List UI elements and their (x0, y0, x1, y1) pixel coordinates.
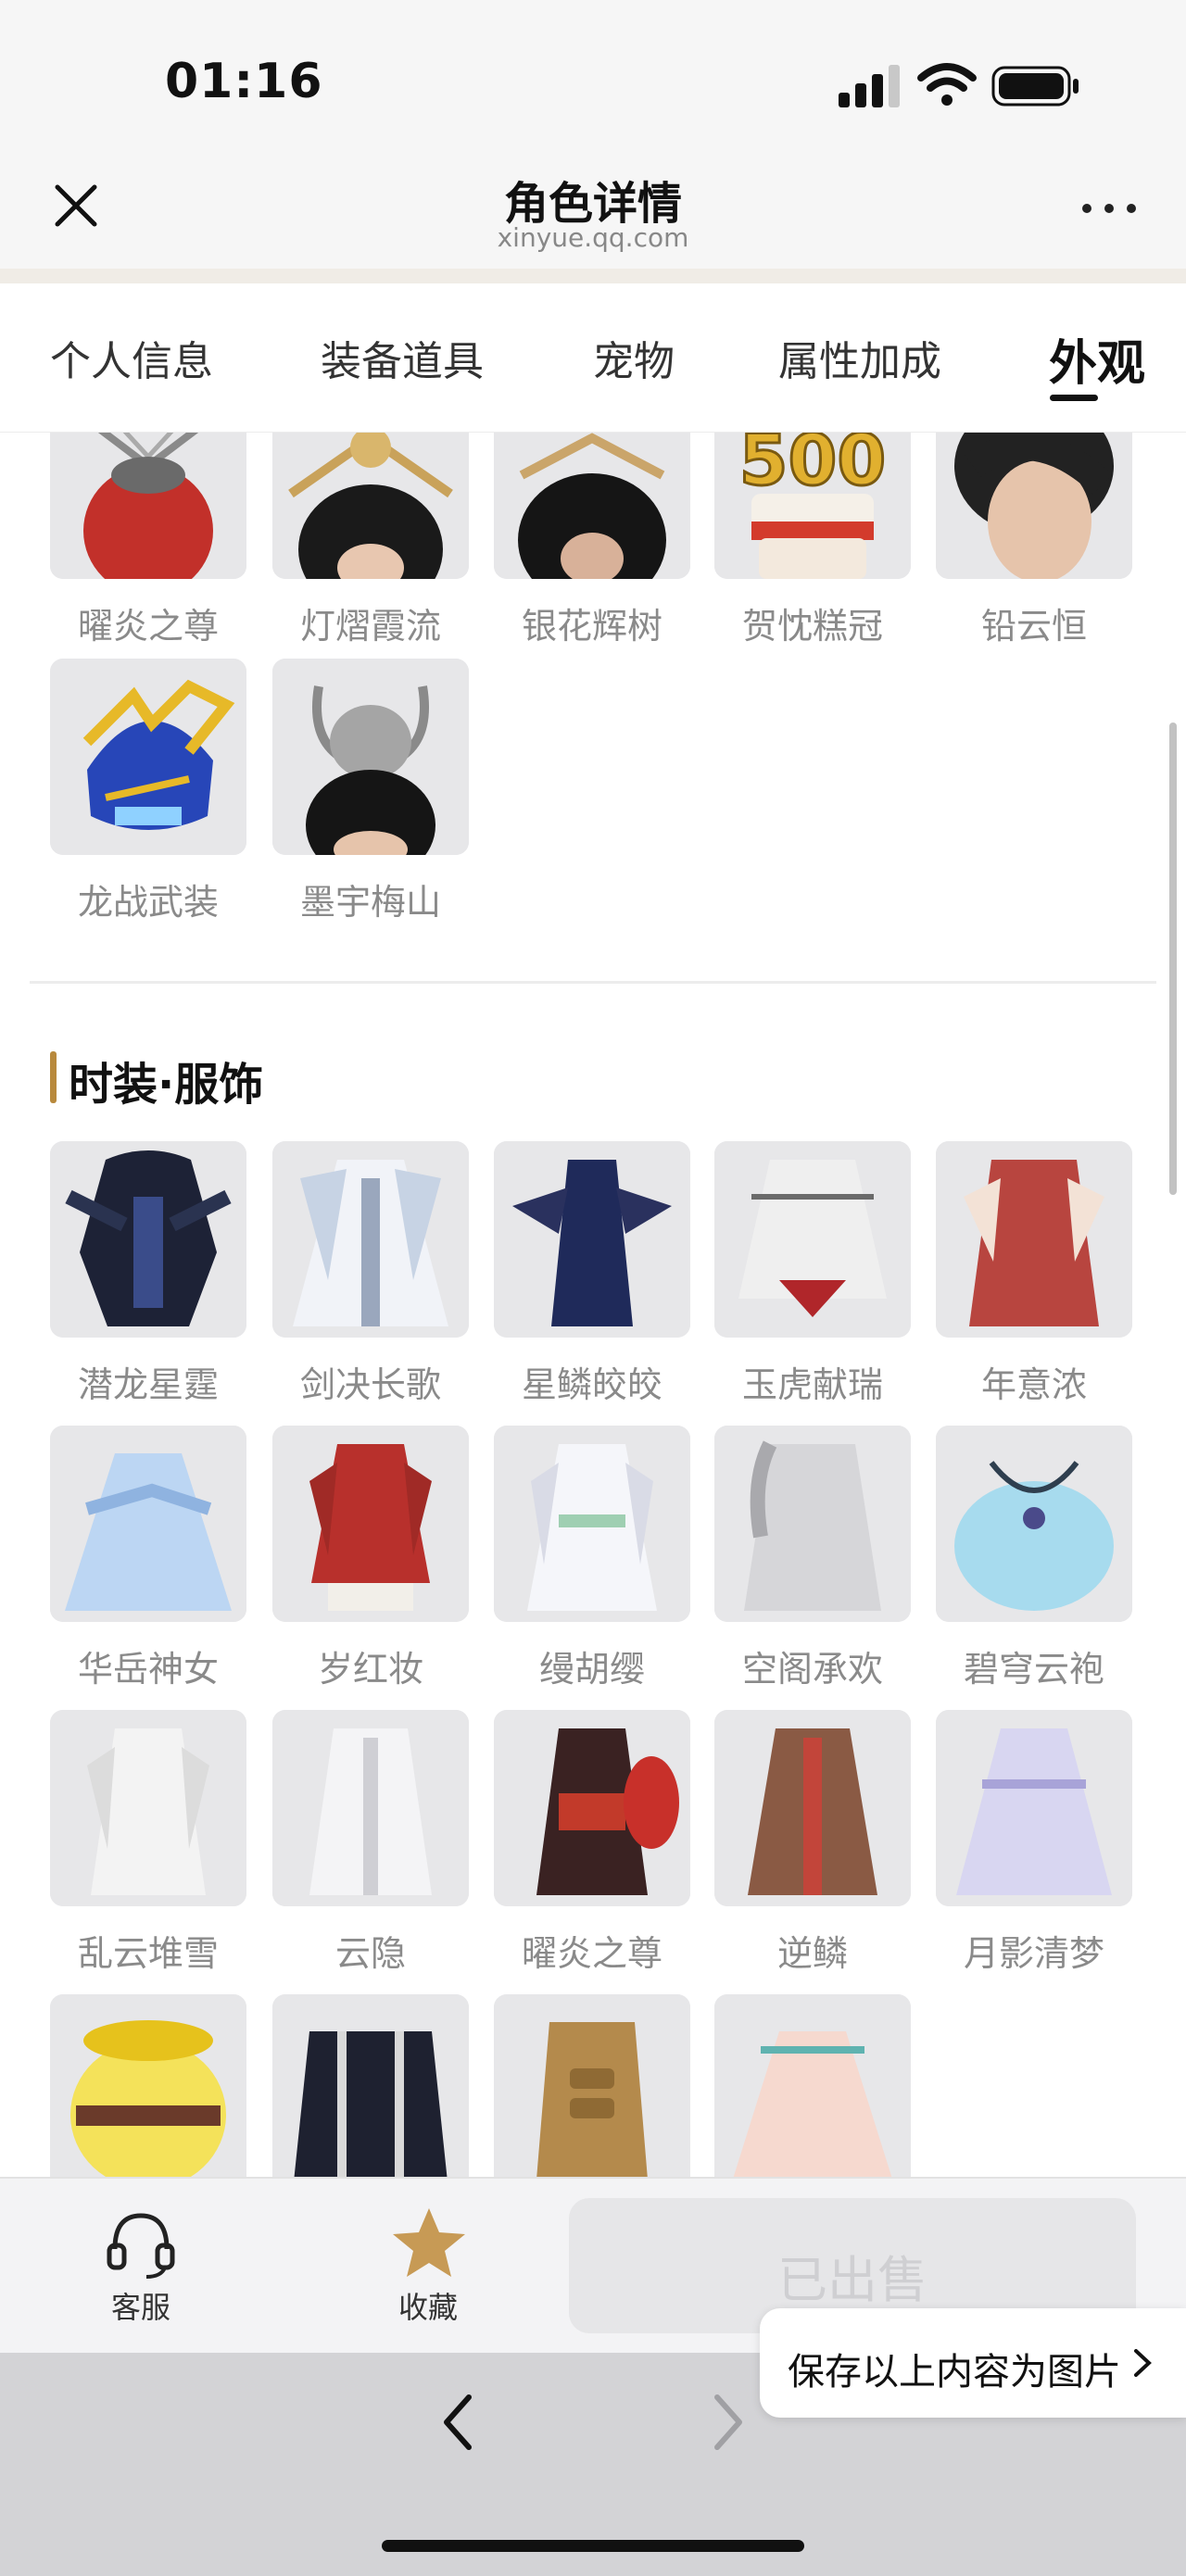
white-tiger-coat-icon (714, 1141, 911, 1338)
item-label: 空阁承欢 (741, 1649, 883, 1690)
gold-crown-icon (272, 433, 469, 579)
svg-text:500: 500 (739, 433, 887, 501)
section-accent-bar (50, 1051, 57, 1103)
item-label: 逆鳞 (776, 1933, 848, 1974)
dragon-helmet-icon (50, 659, 246, 855)
item-label: 灯熠霞流 (299, 606, 441, 647)
yellow-fur-outfit-icon (50, 1994, 246, 2177)
scrollbar[interactable] (1169, 723, 1177, 1195)
save-as-image-button[interactable]: 保存以上内容为图片 (760, 2308, 1186, 2418)
section-divider (30, 981, 1156, 984)
item-label: 剑决长歌 (299, 1364, 441, 1405)
pink-dress-icon (714, 1994, 911, 2177)
item-label: 曜炎之尊 (521, 1933, 662, 1974)
brown-robe-icon (714, 1710, 911, 1906)
white-green-robe-icon (494, 1426, 690, 1622)
item-label: 龙战武装 (77, 882, 219, 923)
active-tab-indicator (1050, 395, 1098, 401)
red-winter-dress-icon (272, 1426, 469, 1622)
item-label: 年意浓 (980, 1364, 1087, 1405)
short-hair-icon (936, 433, 1132, 579)
battery-icon (991, 66, 1079, 107)
white-coat-icon (272, 1710, 469, 1906)
save-as-image-label: 保存以上内容为图片 (788, 2351, 1121, 2394)
white-robe-icon (272, 1141, 469, 1338)
item-label: 华岳神女 (77, 1649, 219, 1690)
headset-icon[interactable] (102, 2205, 180, 2282)
red-helmet-icon (50, 433, 246, 579)
chevron-right-icon (1134, 2349, 1152, 2377)
lavender-dress-icon (936, 1710, 1132, 1906)
item-label: 云隐 (334, 1933, 406, 1974)
item-label: 岁红妆 (317, 1649, 423, 1690)
signal-icon (839, 65, 900, 107)
item-label: 墨宇梅山 (299, 882, 441, 923)
tab-attributes[interactable]: 属性加成 (778, 328, 941, 387)
sold-button-label: 已出售 (777, 2251, 927, 2309)
cake-hat-500-icon: 500 (714, 433, 911, 579)
red-new-year-robe-icon (936, 1141, 1132, 1338)
wifi-icon (917, 63, 977, 106)
back-arrow-icon[interactable] (435, 2390, 482, 2455)
more-options-button[interactable] (1077, 185, 1142, 232)
tab-personal-info[interactable]: 个人信息 (50, 328, 213, 387)
hairpin-crown-icon (494, 433, 690, 579)
silver-horn-crown-icon (272, 659, 469, 855)
tab-equipment[interactable]: 装备道具 (321, 328, 484, 387)
status-time: 01:16 (165, 54, 323, 109)
forward-arrow-icon[interactable] (704, 2390, 751, 2455)
white-long-robe-icon (50, 1710, 246, 1906)
item-label: 铅云恒 (980, 606, 1087, 647)
home-indicator (382, 2540, 804, 2552)
page-url: xinyue.qq.com (497, 222, 689, 253)
item-label: 曜炎之尊 (77, 606, 219, 647)
black-suspenders-outfit-icon (272, 1994, 469, 2177)
favorite-label[interactable]: 收藏 (371, 2284, 486, 2327)
customer-service-label[interactable]: 客服 (83, 2284, 198, 2327)
navy-gown-icon (494, 1141, 690, 1338)
section-title: 时装·服饰 (69, 1059, 264, 1111)
item-label: 月影清梦 (963, 1933, 1104, 1974)
item-label: 乱云堆雪 (77, 1933, 219, 1974)
dark-dragon-armor-icon (50, 1141, 246, 1338)
blue-cloud-robe-icon (936, 1426, 1132, 1622)
appearance-content: 曜炎之尊 灯熠霞流 银花辉树 500 贺忱糕冠 铅云恒 龙战武装 墨宇梅山 时装… (0, 433, 1186, 2177)
item-label: 贺忱糕冠 (741, 606, 883, 647)
star-icon[interactable] (389, 2203, 469, 2282)
item-label: 潜龙星霆 (77, 1364, 219, 1405)
item-label: 银花辉树 (521, 606, 662, 647)
item-label: 碧穹云袍 (963, 1649, 1104, 1690)
tab-appearance[interactable]: 外观 (1049, 324, 1145, 394)
item-label: 星鳞皎皎 (521, 1364, 662, 1405)
item-label: 缦胡缨 (538, 1649, 645, 1690)
silver-cloak-icon (714, 1426, 911, 1622)
blue-dress-icon (50, 1426, 246, 1622)
item-label: 玉虎献瑞 (741, 1364, 883, 1405)
red-armor-icon (494, 1710, 690, 1906)
tab-pets[interactable]: 宠物 (593, 328, 675, 387)
gold-muscle-armor-icon (494, 1994, 690, 2177)
